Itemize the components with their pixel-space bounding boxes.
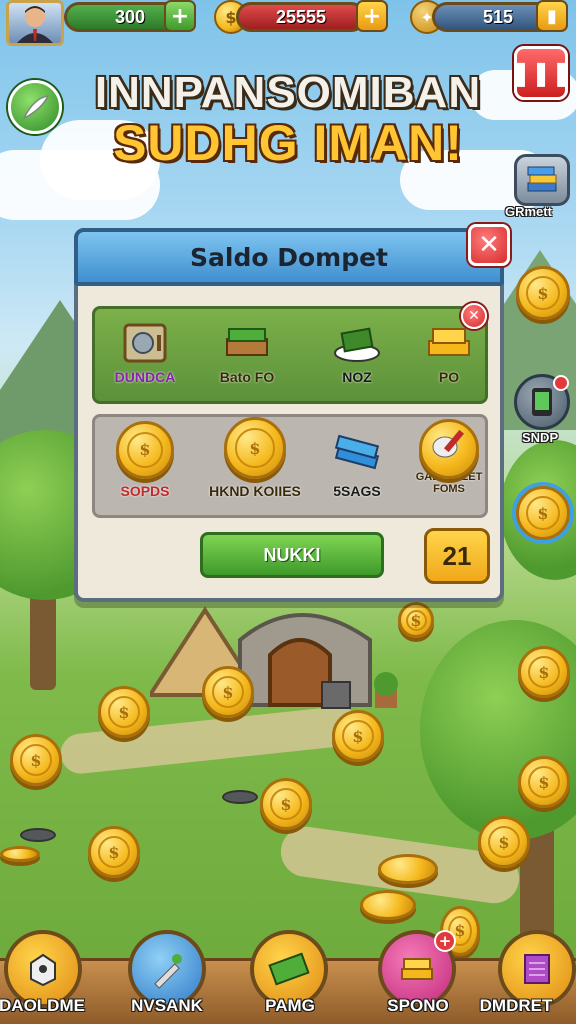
safe-icon [119, 321, 171, 365]
coin-stack[interactable] [378, 854, 438, 884]
coin-pickup[interactable]: $ [518, 646, 570, 698]
money-dish-icon [331, 321, 383, 365]
wallet-dialog: Saldo Dompet ✕ ✕ DUNDCA Bato FO NOZ PO $… [74, 224, 510, 602]
dialog-title: Saldo Dompet [190, 242, 388, 272]
coin-pickup[interactable]: $ [260, 778, 312, 830]
gems-value: 300 [114, 6, 146, 27]
coin-stack[interactable] [0, 846, 40, 862]
nav-label: DMDRET [479, 996, 553, 1015]
wallet-item-card-stack[interactable]: 5SAGS [309, 421, 405, 499]
nukki-button[interactable]: NUKKI [200, 532, 384, 578]
phone-icon [532, 388, 552, 416]
coin-pickup[interactable]: $ [202, 666, 254, 718]
wallet-item-coin[interactable]: $ SOPDS [97, 421, 193, 499]
tokens-value: 515 [482, 6, 514, 27]
plus-badge-icon: + [434, 930, 456, 952]
wallet-item-pouch[interactable]: GAEFDELET FOMS [401, 419, 497, 495]
avatar-portrait-icon [17, 6, 53, 43]
coin-pickup[interactable]: $ [10, 734, 62, 786]
wallet-item-gold-bar[interactable]: PO [401, 321, 497, 385]
coin-stack[interactable] [360, 890, 416, 920]
snd-label: SNDP [522, 430, 559, 445]
side-coin-button[interactable]: $ [516, 266, 570, 320]
magic-wand-icon [154, 954, 182, 989]
wallet-item-safe[interactable]: DUNDCA [97, 321, 193, 385]
game-title-line1: INNPANSOMIBAN [94, 68, 482, 117]
stone-disk [20, 828, 56, 842]
nav-label: PAMG [265, 996, 315, 1015]
wallet-item-cash-bundle[interactable]: Bato FO [199, 321, 295, 385]
item-label: 5SAGS [333, 483, 381, 499]
dice-icon [30, 953, 56, 987]
wallet-count-badge: 21 [424, 528, 490, 584]
gold-bar-icon [423, 321, 475, 365]
game-title-line2: SUDHG IMAN! [113, 115, 463, 171]
coin-pickup[interactable]: $ [98, 686, 150, 738]
notification-dot-icon [553, 375, 569, 391]
stone-disk [222, 790, 258, 804]
wallet-row-grey: $ SOPDS $ HKND KOIIES 5SAGS GAEFDELET FO… [92, 414, 488, 518]
notebook-icon [524, 954, 550, 984]
coin-pickup[interactable]: $ [518, 756, 570, 808]
card-stack-icon [331, 421, 383, 479]
side-coin-badge-button[interactable]: $ [516, 486, 570, 540]
close-icon: ✕ [478, 230, 500, 260]
coins-value: 25555 [275, 6, 327, 27]
coin-pickup[interactable]: $ [88, 826, 140, 878]
wallet-item-money-dish[interactable]: NOZ [309, 321, 405, 385]
item-label: Bato FO [219, 369, 275, 385]
dollar-coin-icon: $ [116, 421, 174, 479]
dialog-header: Saldo Dompet [74, 228, 504, 286]
banknote-icon [268, 952, 310, 986]
item-label: SOPDS [120, 483, 170, 499]
stone-hut [150, 606, 398, 709]
tokens-info-button[interactable]: ▮ [536, 0, 568, 32]
dialog-close-button[interactable]: ✕ [468, 224, 510, 266]
coins-counter: 25555 [236, 2, 366, 32]
wallet-item-big-coin[interactable]: $ HKND KOIIES [207, 417, 303, 499]
coin-pickup[interactable]: $ [478, 816, 530, 868]
gold-stack-icon [401, 958, 433, 980]
gifts-button[interactable] [514, 154, 570, 206]
wallet-row-green: ✕ DUNDCA Bato FO NOZ PO [92, 303, 488, 404]
item-label: HKND KOIIES [209, 483, 301, 499]
nav-label: DAOLDME [0, 996, 85, 1015]
player-avatar[interactable] [6, 0, 64, 46]
coin-pickup[interactable]: $ [398, 602, 434, 638]
dollar-coin-icon: $ [224, 417, 286, 479]
snd-button[interactable] [514, 374, 570, 430]
coin-pickup[interactable]: $ [332, 710, 384, 762]
gifts-label: GRmett [505, 204, 552, 219]
nav-label: NVSANK [131, 996, 203, 1015]
item-label: NOZ [342, 369, 372, 385]
money-pouch-icon [419, 419, 479, 479]
book-stack-icon [527, 166, 557, 192]
add-gems-button[interactable]: + [164, 0, 196, 32]
cash-bundle-icon [221, 321, 273, 365]
add-coins-button[interactable]: + [356, 0, 388, 32]
item-label: DUNDCA [114, 369, 176, 385]
top-resource-bar: 300 + $ 25555 + ✦ 515 ▮ [0, 0, 576, 46]
item-label: PO [438, 369, 460, 385]
